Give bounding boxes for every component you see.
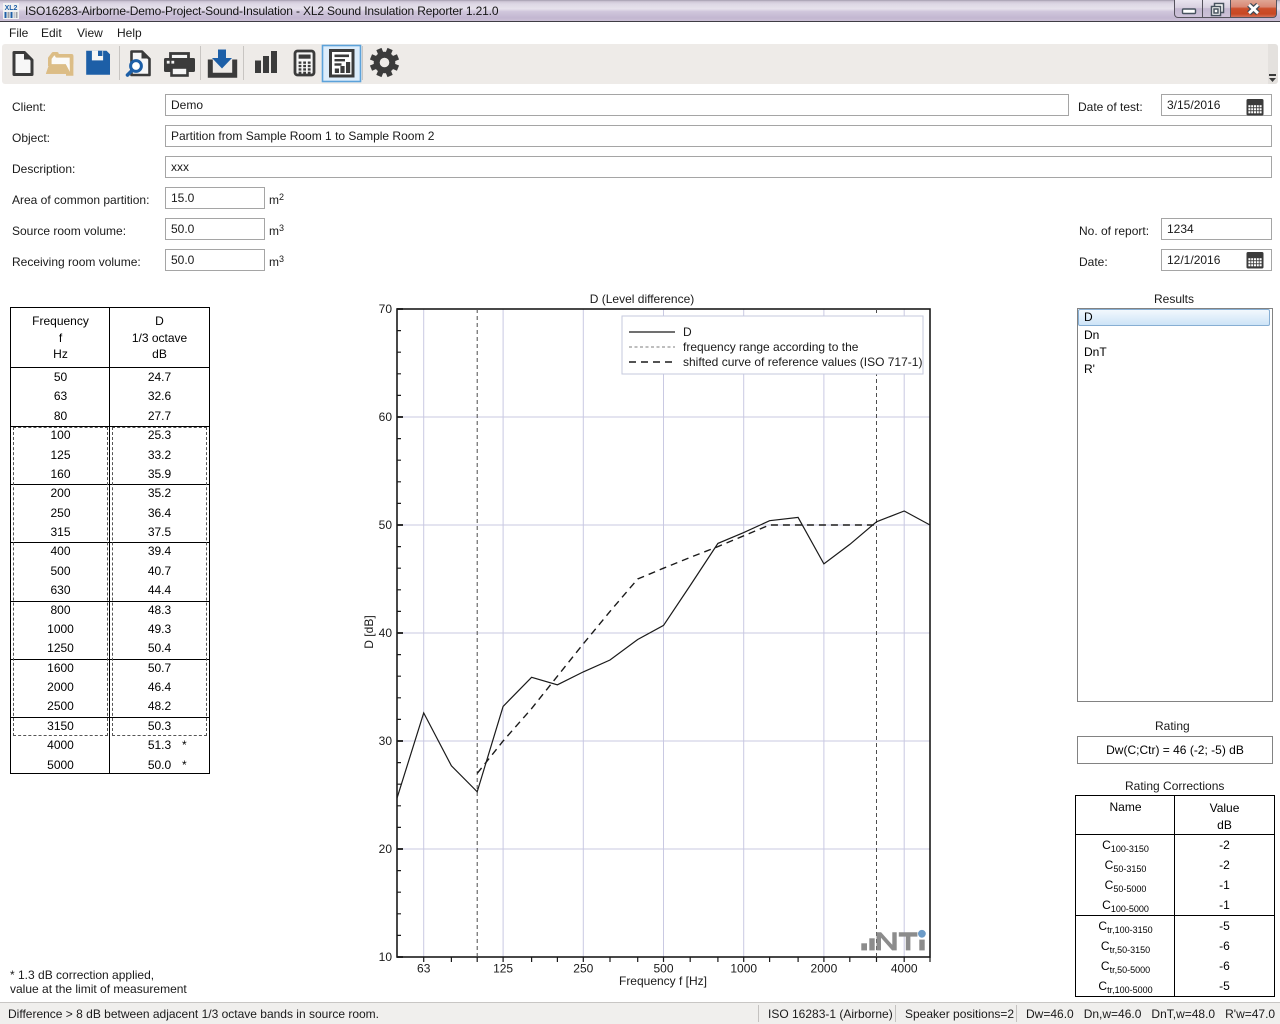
svg-text:63: 63	[417, 961, 431, 975]
svg-text:250: 250	[573, 961, 593, 975]
svg-text:D [dB]: D [dB]	[362, 615, 376, 648]
svg-text:XL2: XL2	[5, 5, 18, 12]
svg-text:30: 30	[379, 734, 393, 748]
svg-text:40: 40	[379, 626, 393, 640]
svg-text:D (Level difference): D (Level difference)	[590, 292, 695, 306]
svg-text:1000: 1000	[730, 961, 757, 975]
svg-text:50: 50	[379, 518, 393, 532]
svg-text:4000: 4000	[891, 961, 918, 975]
svg-text:2000: 2000	[811, 961, 838, 975]
svg-text:20: 20	[379, 842, 393, 856]
svg-text:D: D	[683, 325, 692, 339]
svg-text:70: 70	[379, 302, 393, 316]
svg-text:Frequency f [Hz]: Frequency f [Hz]	[619, 974, 707, 988]
svg-text:frequency range according to t: frequency range according to the	[683, 340, 859, 354]
svg-text:125: 125	[493, 961, 513, 975]
svg-text:shifted curve of reference val: shifted curve of reference values (ISO 7…	[683, 355, 922, 369]
svg-text:60: 60	[379, 410, 393, 424]
svg-text:10: 10	[379, 950, 393, 964]
